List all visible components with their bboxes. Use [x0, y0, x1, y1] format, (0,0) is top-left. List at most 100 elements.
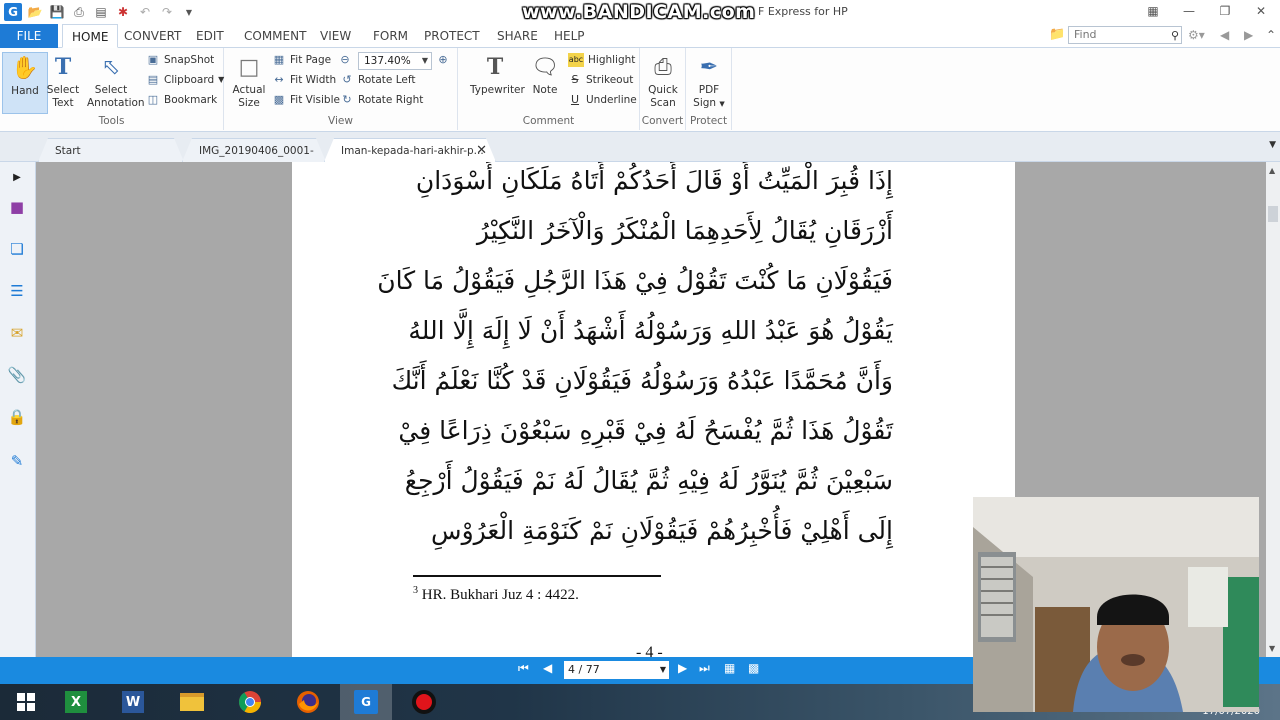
select-text-icon: T: [54, 53, 72, 80]
tab-convert[interactable]: CONVERT: [115, 24, 190, 48]
tab-view[interactable]: VIEW: [311, 24, 360, 48]
customize-dropdown-icon[interactable]: ▼: [180, 3, 198, 21]
zoom-out-button[interactable]: ⊖: [338, 51, 352, 69]
security-lock-icon[interactable]: 🔒: [6, 406, 28, 428]
protect-group-label: Protect: [689, 115, 728, 127]
underline-button[interactable]: U Underline: [568, 91, 637, 109]
previous-page-icon[interactable]: ◀: [543, 661, 552, 675]
scroll-thumb[interactable]: [1268, 206, 1278, 222]
tab-comment[interactable]: COMMENT: [235, 24, 315, 48]
title-bar: G 📂 💾 ⎙ ▤ ✱ ↶ ↷ ▼ F Express for HP www.B…: [0, 0, 1280, 24]
page-number-input[interactable]: 4 / 77 ▼: [564, 661, 669, 679]
layers-icon[interactable]: ☰: [6, 280, 28, 302]
chrome-icon[interactable]: [224, 684, 276, 720]
fit-page-button[interactable]: ▦ Fit Page: [272, 51, 331, 69]
word-icon[interactable]: W: [107, 684, 159, 720]
tab-form[interactable]: FORM: [364, 24, 417, 48]
note-label: Note: [532, 84, 558, 96]
close-icon[interactable]: ✕: [476, 139, 487, 163]
tab-document-iman[interactable]: Iman-kepada-hari-akhir-p... ✕: [324, 138, 496, 162]
expand-panel-icon[interactable]: ▶: [6, 166, 28, 188]
undo-icon[interactable]: ↶: [136, 3, 154, 21]
convert-group-label: Convert: [641, 115, 684, 127]
first-page-icon[interactable]: ⏮: [518, 661, 529, 676]
pages-icon[interactable]: ❏: [6, 238, 28, 260]
attachments-icon[interactable]: 📎: [6, 364, 28, 386]
snapshot-button[interactable]: ▣ SnapShot: [146, 51, 214, 69]
firefox-icon[interactable]: [282, 684, 334, 720]
file-explorer-icon[interactable]: [166, 684, 218, 720]
select-text-button[interactable]: T Select Text: [40, 52, 86, 110]
minimize-button[interactable]: —: [1176, 2, 1202, 20]
save-icon[interactable]: 💾: [48, 3, 66, 21]
chevron-down-icon: ▼: [659, 665, 666, 674]
app-logo-icon[interactable]: G: [4, 3, 22, 21]
webcam-overlay: [973, 497, 1259, 712]
nav-back-icon[interactable]: ◀: [1220, 28, 1229, 42]
pen-sign-icon: ✒: [699, 54, 719, 80]
signatures-icon[interactable]: ✎: [6, 450, 28, 472]
open-folder-icon[interactable]: 📂: [26, 3, 44, 21]
quick-scan-button[interactable]: ⎙ Quick Scan: [640, 52, 686, 110]
tab-document-img[interactable]: IMG_20190406_0001-m...: [182, 138, 326, 162]
gear-icon[interactable]: ⚙▾: [1188, 28, 1205, 42]
footnote: 3 HR. Bukhari Juz 4 : 4422.: [413, 585, 579, 604]
ribbon-options-icon[interactable]: ▦: [1140, 2, 1166, 20]
clipboard-button[interactable]: ▤ Clipboard ▼: [146, 71, 225, 89]
tab-help[interactable]: HELP: [545, 24, 594, 48]
rotate-left-button[interactable]: ↺ Rotate Left: [340, 71, 415, 89]
arabic-line-7: سَبْعِيْنَ ثُمَّ يُنَوَّرُ لَهُ فِيْهِ ث…: [404, 466, 893, 495]
comments-icon[interactable]: ✉: [6, 322, 28, 344]
fit-visible-button[interactable]: ▩ Fit Visible: [272, 91, 340, 109]
pdf-sign-label-1: PDF: [698, 84, 720, 96]
foxit-pdf-icon[interactable]: G: [340, 684, 392, 720]
windows-start-icon[interactable]: [0, 684, 52, 720]
bandicam-record-icon[interactable]: [398, 684, 450, 720]
single-page-view-icon[interactable]: ▦: [724, 661, 735, 675]
scroll-down-icon[interactable]: ▼: [1269, 644, 1275, 653]
continuous-view-icon[interactable]: ▩: [748, 661, 759, 675]
folder-search-icon[interactable]: 📁: [1049, 27, 1065, 42]
select-annotation-button[interactable]: ⬁ Select Annotation: [87, 52, 145, 110]
tab-share[interactable]: SHARE: [488, 24, 547, 48]
bookmark-label: Bookmark: [164, 94, 218, 106]
pdf-sign-button[interactable]: ✒ PDF Sign ▼: [686, 52, 732, 111]
restore-button[interactable]: ❐: [1212, 2, 1238, 20]
scroll-up-icon[interactable]: ▲: [1269, 166, 1275, 175]
note-button[interactable]: 🗨 Note: [522, 52, 568, 97]
rotate-right-button[interactable]: ↻ Rotate Right: [340, 91, 423, 109]
zoom-in-button[interactable]: ⊕: [436, 51, 450, 69]
next-page-icon[interactable]: ▶: [678, 661, 687, 675]
tab-home[interactable]: HOME: [62, 24, 119, 48]
pdf-create-icon[interactable]: ✱: [114, 3, 132, 21]
bookmark-button[interactable]: ◫ Bookmark: [146, 91, 217, 109]
excel-icon[interactable]: X: [50, 684, 102, 720]
bookmarks-icon[interactable]: ■: [6, 196, 28, 218]
zoom-select[interactable]: 137.40% ▼: [358, 52, 432, 70]
last-page-icon[interactable]: ⏭: [699, 661, 710, 676]
actual-size-button[interactable]: □ Actual Size: [226, 52, 272, 110]
close-button[interactable]: ✕: [1248, 2, 1274, 20]
print-icon[interactable]: ⎙: [70, 3, 88, 21]
collapse-ribbon-icon[interactable]: ⌃: [1266, 28, 1276, 42]
highlight-icon: abc: [568, 53, 584, 67]
nav-forward-icon[interactable]: ▶: [1244, 28, 1253, 42]
tab-start[interactable]: Start: [38, 138, 184, 162]
vertical-scrollbar[interactable]: ▲ ▼: [1266, 162, 1280, 657]
tab-file[interactable]: FILE: [0, 24, 58, 48]
actual-size-label-1: Actual: [232, 84, 266, 96]
scan-icon[interactable]: ▤: [92, 3, 110, 21]
fit-width-button[interactable]: ↔ Fit Width: [272, 71, 336, 89]
tab-edit[interactable]: EDIT: [187, 24, 233, 48]
strikeout-button[interactable]: S Strikeout: [568, 71, 634, 89]
highlight-button[interactable]: abc Highlight: [568, 51, 635, 69]
rotate-right-icon: ↻: [342, 93, 352, 106]
redo-icon[interactable]: ↷: [158, 3, 176, 21]
typewriter-button[interactable]: T Typewriter: [470, 52, 525, 97]
tab-list-dropdown-icon[interactable]: ▼: [1269, 140, 1276, 150]
printed-page-number: - 4 -: [636, 644, 663, 657]
search-icon[interactable]: ⚲: [1171, 28, 1179, 44]
find-input[interactable]: Find ⚲: [1068, 26, 1182, 44]
tab-protect[interactable]: PROTECT: [415, 24, 489, 48]
quick-scan-label-1: Quick: [648, 84, 678, 96]
